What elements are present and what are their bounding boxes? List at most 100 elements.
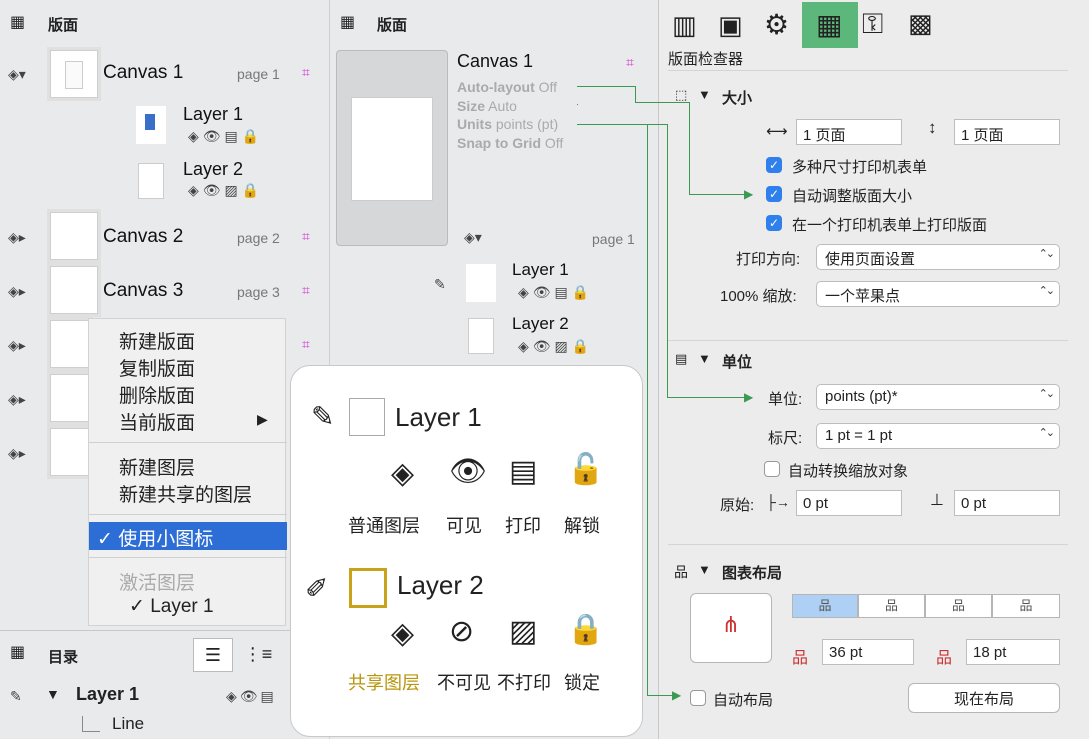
outline-icon: ▦ [10, 644, 26, 661]
line-shape-icon [82, 716, 100, 732]
connector-line [647, 124, 648, 696]
layer-1-status-icons[interactable]: ◈👁▤🔒 [518, 284, 593, 301]
disclosure-triangle-icon[interactable]: ▼ [698, 351, 711, 366]
layers-toggle-icon[interactable]: ◈▸ [8, 283, 26, 300]
pencil-icon: ✎ [311, 401, 335, 432]
grid-tab-icon[interactable]: ▩ [908, 8, 933, 39]
menu-item-new-shared-layer[interactable]: 新建共享的图层 [119, 480, 252, 507]
shared-layer-icon: ◈ [391, 617, 415, 650]
origin-y-field[interactable]: 0 pt [954, 490, 1060, 516]
width-field[interactable]: 1 页面 [796, 119, 902, 145]
menu-item-duplicate-canvas[interactable]: 复制版面 [119, 354, 195, 381]
menu-item-activate-layer: 激活图层 [119, 573, 196, 594]
canvas-5-thumbnail[interactable] [50, 374, 90, 422]
connector-line [667, 397, 749, 398]
menu-item-delete-canvas[interactable]: 删除版面 [119, 381, 195, 408]
disclosure-triangle-icon[interactable]: ▼ [698, 562, 711, 577]
disclosure-triangle-icon[interactable]: ▼ [698, 87, 711, 102]
origin-label: 原始: [720, 497, 755, 514]
layers-toggle-icon[interactable]: ◈▸ [8, 391, 26, 408]
layer-1-status-icons[interactable]: ◈👁▤🔒 [188, 128, 263, 145]
visible-eye-icon: 👁 [449, 455, 488, 488]
layout-direction-down-button[interactable]: 品 [792, 594, 858, 618]
object-spacing-field[interactable]: 18 pt [966, 639, 1060, 665]
rank-spacing-field[interactable]: 36 pt [822, 639, 914, 665]
origin-x-icon: ├→ [766, 494, 790, 510]
canvas-3-thumbnail[interactable] [50, 266, 98, 314]
disclosure-triangle-icon[interactable]: ▼ [46, 686, 60, 702]
layout-now-button[interactable]: 现在布局 [908, 683, 1060, 713]
menu-item-new-canvas[interactable]: 新建版面 [119, 327, 195, 354]
height-field[interactable]: 1 页面 [954, 119, 1060, 145]
list-view-button[interactable]: ☰ [193, 638, 233, 672]
layout-type-selector[interactable]: ⋔ [690, 593, 772, 663]
style-inspector-tab-icon[interactable]: ▥ [672, 10, 697, 41]
legend-label-print: 打印 [505, 516, 541, 536]
connector-line [635, 102, 689, 103]
canvas-inspector-tab[interactable]: ▦ [802, 2, 858, 48]
layer-2-name[interactable]: Layer 2 [512, 314, 569, 334]
layout-direction-up-button[interactable]: 品 [858, 594, 925, 618]
layers-toggle-icon[interactable]: ◈▸ [8, 445, 26, 462]
width-icon: ⟷ [766, 123, 788, 140]
layers-toggle-icon[interactable]: ◈▾ [464, 229, 482, 246]
layer-2-status-icons[interactable]: ◈👁▨🔒 [518, 338, 593, 355]
canvas-1-name[interactable]: Canvas 1 [457, 51, 533, 72]
size-section-title: 大小 [722, 90, 753, 107]
canvases-icon: ▦ [10, 14, 26, 31]
document-tab-icon[interactable]: ⚿ [862, 8, 883, 41]
scale-select[interactable]: 一个苹果点 [816, 281, 1060, 307]
canvas-2-name[interactable]: Canvas 2 [103, 226, 183, 248]
menu-separator [89, 442, 287, 443]
layer-1-name[interactable]: Layer 1 [512, 260, 569, 280]
layer-swatch [349, 398, 385, 436]
menu-item-new-layer[interactable]: 新建图层 [119, 453, 195, 480]
layout-direction-left-button[interactable]: 品 [992, 594, 1060, 618]
canvas-6-thumbnail[interactable] [50, 428, 90, 476]
canvas-4-thumbnail[interactable] [50, 320, 90, 368]
height-icon: ↕ [928, 118, 937, 137]
menu-item-active-layer-1[interactable]: ✓ Layer 1 [129, 595, 214, 618]
canvas-1-preview[interactable] [336, 50, 448, 246]
layer-1-name[interactable]: Layer 1 [183, 104, 243, 125]
canvas-1-thumbnail[interactable] [50, 50, 98, 98]
auto-scale-checkbox[interactable] [764, 461, 780, 477]
auto-resize-label: 自动调整版面大小 [792, 188, 913, 205]
canvas-size-icon: ⌗ [302, 228, 310, 244]
auto-resize-checkbox[interactable]: ✓ [766, 186, 782, 202]
outline-layer-icons[interactable]: ◈👁▤ [226, 688, 277, 705]
canvas-1-name[interactable]: Canvas 1 [103, 62, 183, 84]
connector-line [577, 86, 635, 87]
size-section-icon: ⬚ [675, 87, 688, 102]
sidebar-header: 版面 [48, 17, 79, 34]
menu-item-current-canvas[interactable]: 当前版面 [119, 408, 195, 435]
outline-line-name[interactable]: Line [112, 714, 144, 734]
menu-item-small-icons[interactable]: ✓ 使用小图标 [97, 524, 213, 551]
gear-tab-icon[interactable]: ⚙ [764, 8, 789, 41]
auto-layout-checkbox[interactable] [690, 690, 706, 706]
canvas-3-name[interactable]: Canvas 3 [103, 280, 183, 302]
pencil-icon: ✎ [10, 688, 22, 704]
legend-label-visible: 可见 [446, 516, 482, 536]
layer-2-name[interactable]: Layer 2 [183, 159, 243, 180]
layout-section-icon: 品 [674, 564, 688, 580]
layout-direction-right-button[interactable]: 品 [925, 594, 992, 618]
layers-toggle-icon[interactable]: ◈▾ [8, 66, 26, 83]
canvas-size-icon: ⌗ [302, 282, 310, 298]
connector-line [689, 102, 690, 194]
canvas-2-page: page 2 [237, 230, 280, 246]
multi-size-checkbox[interactable]: ✓ [766, 157, 782, 173]
ruler-select[interactable]: 1 pt = 1 pt [816, 423, 1060, 449]
layers-toggle-icon[interactable]: ◈▸ [8, 229, 26, 246]
origin-x-field[interactable]: 0 pt [796, 490, 902, 516]
hierarchy-view-button[interactable]: ⋮≡ [238, 638, 278, 672]
properties-inspector-tab-icon[interactable]: ▣ [718, 10, 743, 41]
layer-2-thumbnail [468, 318, 494, 354]
one-sheet-checkbox[interactable]: ✓ [766, 215, 782, 231]
outline-layer-name[interactable]: Layer 1 [76, 684, 139, 705]
layers-toggle-icon[interactable]: ◈▸ [8, 337, 26, 354]
canvas-2-thumbnail[interactable] [50, 212, 98, 260]
orientation-select[interactable]: 使用页面设置 [816, 244, 1060, 270]
layer-2-status-icons[interactable]: ◈👁▨🔒 [188, 182, 263, 199]
units-select[interactable]: points (pt)* [816, 384, 1060, 410]
